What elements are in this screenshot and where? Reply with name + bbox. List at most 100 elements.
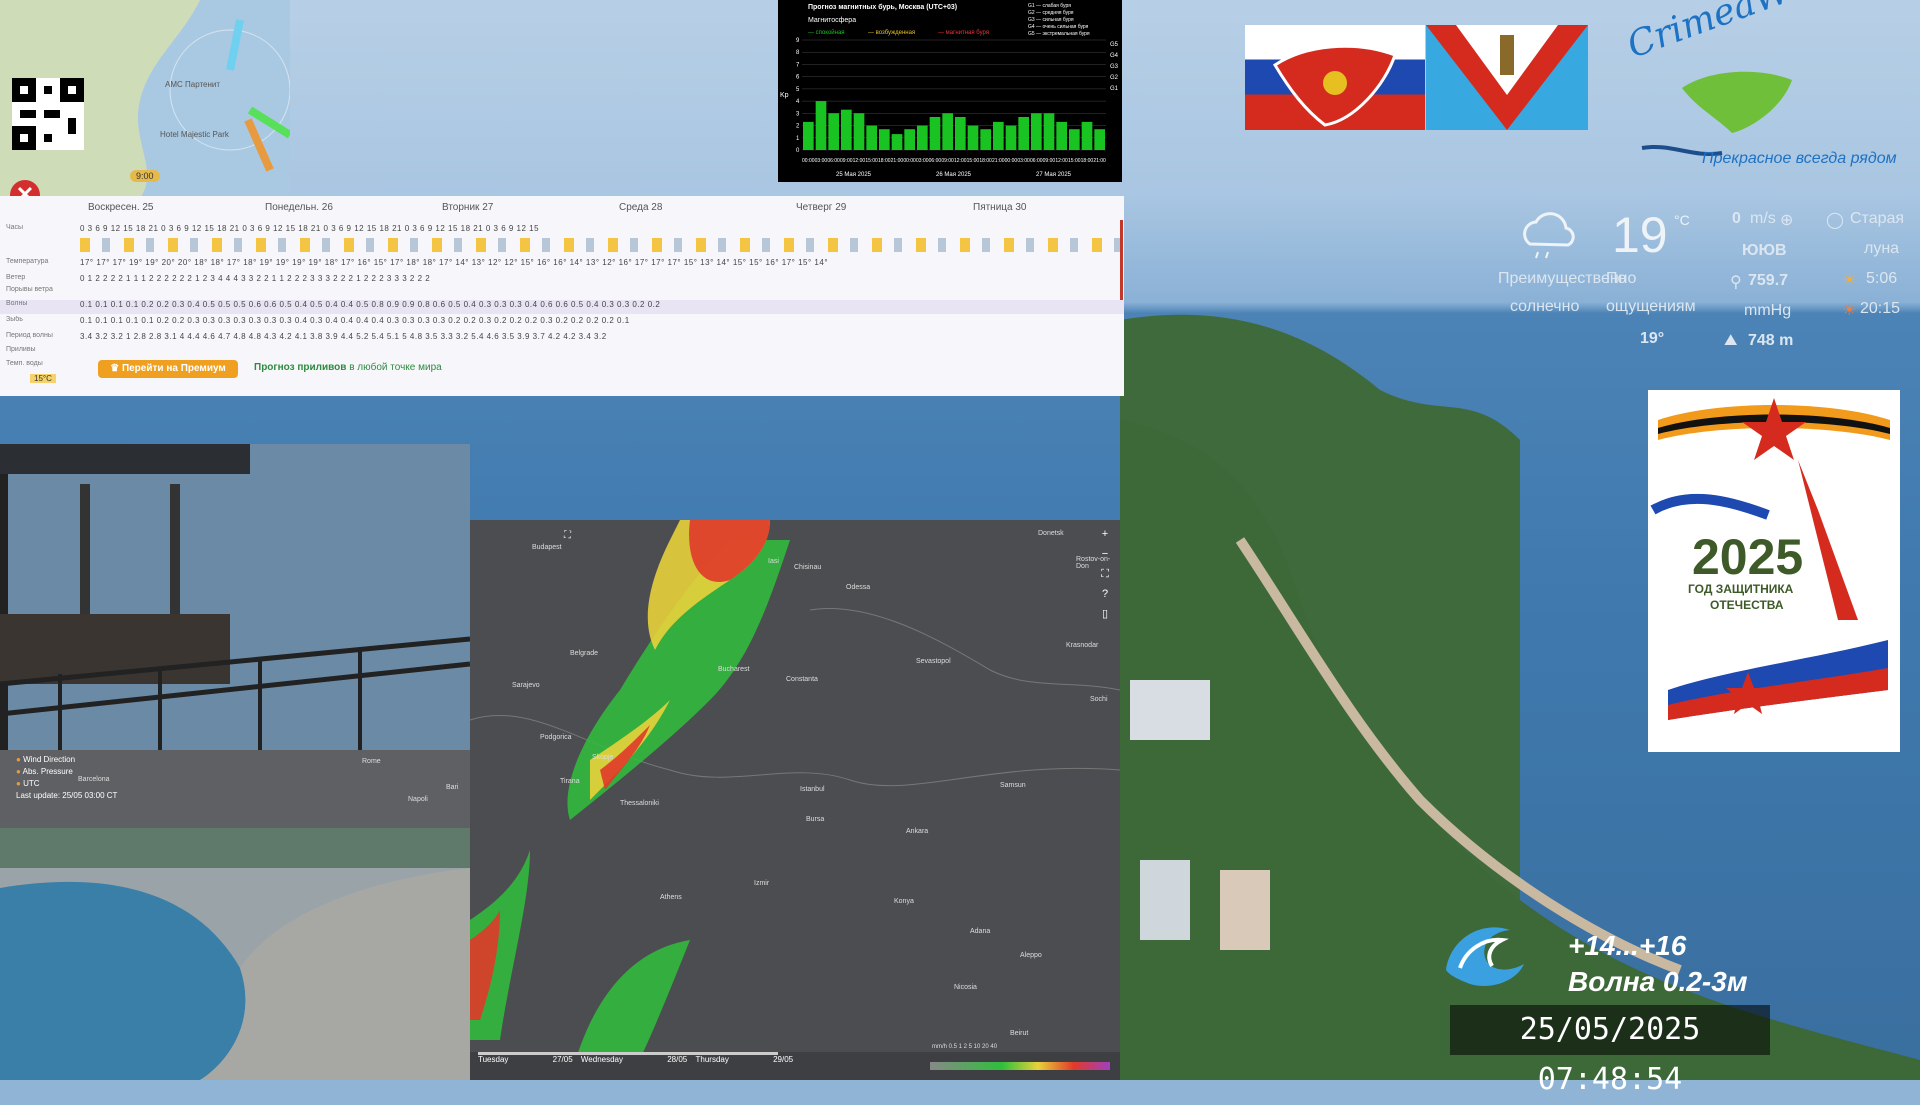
weather-temp: 19: [1612, 207, 1668, 263]
timeline-day[interactable]: Thursday: [696, 1055, 729, 1064]
x-tick-label: 15:00: [865, 158, 878, 164]
forecast-day[interactable]: Понедельн. 26: [265, 202, 333, 213]
zoom-in-icon[interactable]: +: [1096, 524, 1114, 544]
map-inset[interactable]: АМС Партенит Hotel Majestic Park 9:00 ✕: [0, 0, 290, 198]
crimea-wonderland-logo: CrimeaWonderland Прекрасное всегда рядом: [1602, 0, 1920, 178]
kp-bar: [828, 113, 839, 150]
sunrise-icon: ☀: [1842, 272, 1857, 289]
forecast-row-period: Период волны 3.4 3.2 3.2 1 2.8 2.8 3.1 4…: [0, 332, 1124, 346]
timeline-day[interactable]: Tuesday: [478, 1055, 508, 1064]
radar-scale-label: mm/h 0.5 1 2 5 10 20 40: [932, 1044, 998, 1050]
datetime-stamp: 25/05/2025 07:48:54: [1450, 1005, 1770, 1097]
premium-button[interactable]: ♛ Перейти на Премиум: [98, 360, 238, 378]
y-tick-label: 1: [796, 136, 800, 142]
pier-webcam[interactable]: [0, 444, 470, 750]
city-label: Bari: [446, 784, 459, 791]
sunrise-time: 5:06: [1866, 270, 1898, 287]
waves-cells: 0.1 0.1 0.1 0.1 0.2 0.2 0.3 0.4 0.5 0.5 …: [80, 300, 661, 309]
kp-bar: [879, 129, 890, 150]
legend-wind-direction: ● Wind Direction: [16, 754, 117, 766]
y-tick-label: 3: [796, 111, 800, 117]
x-tick-label: 06:00: [827, 158, 840, 164]
swell-cells: 0.1 0.1 0.1 0.1 0.1 0.2 0.2 0.3 0.3 0.3 …: [80, 316, 630, 325]
moon-phase-1: Старая: [1850, 210, 1905, 227]
timeline-day[interactable]: Wednesday: [581, 1055, 623, 1064]
beach-webcam[interactable]: [0, 828, 470, 1080]
timeline-date: 27/05: [552, 1055, 573, 1064]
altitude-value: 748 m: [1748, 332, 1794, 349]
x-tick-label: 21:00: [992, 158, 1005, 164]
city-label: Constanta: [786, 676, 818, 683]
kp-bar: [955, 117, 966, 150]
x-tick-label: 09:00: [1043, 158, 1056, 164]
y-tick-label: 9: [796, 38, 800, 44]
period-cells: 3.4 3.2 3.2 1 2.8 2.8 3.1 4 4.4 4.6 4.7 …: [80, 332, 607, 341]
row-label: Приливы: [6, 346, 36, 353]
x-tick-label: 12:00: [954, 158, 967, 164]
row-label: Период волны: [6, 332, 53, 339]
compass-icon: ⊕: [1780, 212, 1794, 229]
x-tick-label: 06:00: [1030, 158, 1043, 164]
tides-link[interactable]: Прогноз приливов в любой точке мира: [254, 362, 442, 373]
x-tick-label: 21:00: [891, 158, 904, 164]
x-tick-label: 00:00: [802, 158, 815, 164]
forecast-day[interactable]: Четверг 29: [796, 202, 846, 213]
radar-map-canvas: [470, 520, 1120, 1080]
x-tick-label: 09:00: [941, 158, 954, 164]
city-label: Thessaloniki: [620, 800, 659, 807]
y-tick-label: 0: [796, 148, 800, 154]
zoom-out-icon[interactable]: −: [1096, 544, 1114, 564]
expand-icon[interactable]: ⛶: [564, 530, 571, 541]
qr-code: [12, 78, 84, 150]
feels-line-1: По: [1606, 270, 1627, 287]
city-label: Iasi: [768, 558, 779, 565]
city-label: Bucharest: [718, 666, 750, 673]
radar-map[interactable]: Budapest Belgrade Sarajevo Podgorica Tir…: [470, 520, 1120, 1080]
radar-timeline[interactable]: Tuesday 27/05 Wednesday 28/05 Thursday 2…: [478, 1055, 793, 1064]
forecast-table[interactable]: Воскресен. 25 Понедельн. 26 Вторник 27 С…: [0, 196, 1124, 396]
wind-unit: m/s: [1750, 210, 1776, 227]
kp-bar: [853, 113, 865, 150]
moon-phase-2: луна: [1864, 240, 1900, 257]
legend-label: Wind Direction: [23, 755, 76, 764]
kp-bar: [993, 121, 1004, 150]
city-label: Belgrade: [570, 650, 599, 657]
defender-year-poster: 2025 ГОД ЗАЩИТНИКА ОТЕЧЕСТВА: [1648, 390, 1900, 752]
info-icon[interactable]: ▯: [1096, 604, 1114, 624]
right-axis-g2: G2: [1110, 75, 1119, 81]
city-label: Nicosia: [954, 984, 977, 991]
fullscreen-icon[interactable]: ⛶: [1096, 564, 1114, 584]
city-label: Samsun: [1000, 782, 1026, 789]
x-tick-label: 03:00: [1017, 158, 1030, 164]
kp-bar: [1018, 117, 1029, 150]
radar-last-update: Last update: 25/05 03:00 CT: [16, 791, 118, 800]
beach-webcam-image: [0, 828, 470, 1080]
row-label: Порывы ветра: [6, 286, 53, 293]
city-label: Krasnodar: [1066, 642, 1099, 649]
city-label: Beirut: [1010, 1030, 1029, 1037]
kp-bar: [891, 134, 903, 150]
kp-bar: [1069, 129, 1080, 150]
city-label: Podgorica: [540, 734, 572, 741]
right-axis-g3: G3: [1110, 64, 1119, 70]
kp-bar: [1081, 121, 1093, 150]
forecast-day[interactable]: Пятница 30: [973, 202, 1026, 213]
kp-bar: [1094, 129, 1105, 150]
forecast-day[interactable]: Среда 28: [619, 202, 662, 213]
premium-label: Перейти на Премиум: [121, 363, 226, 374]
forecast-day[interactable]: Вторник 27: [442, 202, 493, 213]
mag-date-1: 25 Мая 2025: [836, 172, 872, 178]
city-label: Barcelona: [78, 776, 110, 783]
tides-link-text: Прогноз приливов: [254, 362, 347, 373]
forecast-day[interactable]: Воскресен. 25: [88, 202, 154, 213]
row-label: Зыбь: [6, 316, 23, 323]
condition-line-2: солнечно: [1510, 298, 1580, 315]
x-tick-label: 09:00: [840, 158, 853, 164]
x-tick-label: 18:00: [979, 158, 992, 164]
water-temp-badge: 15°C: [30, 374, 56, 383]
poster-line-2: ОТЕЧЕСТВА: [1710, 598, 1784, 612]
kp-bar: [1031, 113, 1042, 150]
legend-label: UTC: [23, 779, 40, 788]
help-icon[interactable]: ?: [1096, 584, 1114, 604]
city-label: Rome: [362, 758, 381, 765]
